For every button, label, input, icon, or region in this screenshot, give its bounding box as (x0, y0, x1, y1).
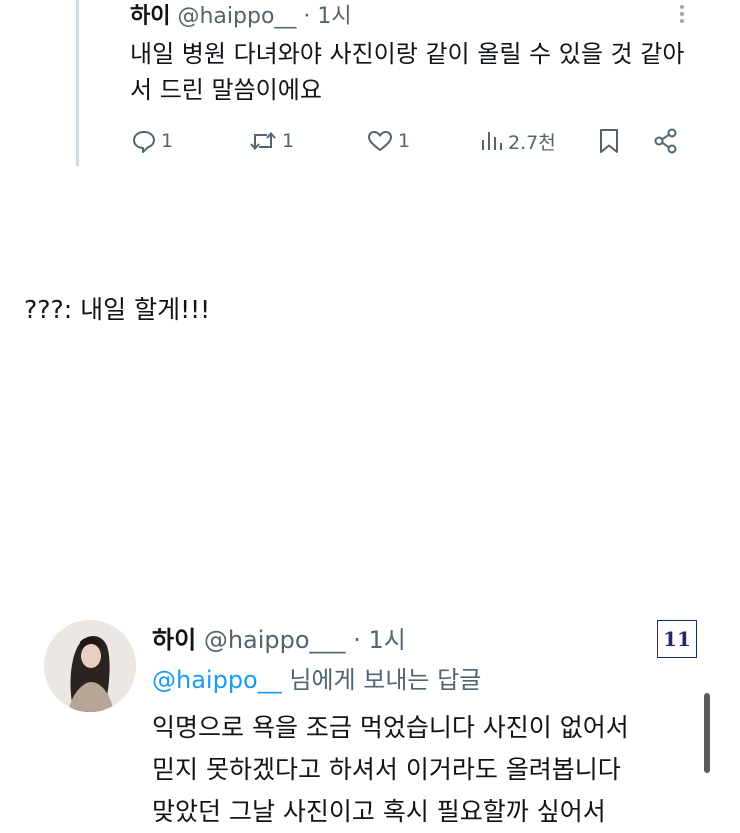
separator-dot: · (353, 626, 361, 654)
scrollbar[interactable] (704, 693, 710, 773)
avatar[interactable] (44, 620, 136, 712)
bookmark-icon (597, 127, 621, 155)
author-name[interactable]: 하이 (152, 626, 196, 654)
thread-line (76, 0, 79, 166)
tweet-text: 내일 병원 다녀와야 사진이랑 같이 올릴 수 있을 것 같아서 드린 말씀이에… (130, 40, 685, 104)
top-tweet-header: 하이 @haippo__ · 1시 (130, 0, 352, 30)
author-handle[interactable]: @haippo__ (177, 4, 296, 29)
retweet-count: 1 (282, 130, 295, 152)
like-button[interactable]: 1 (366, 124, 410, 158)
heart-icon (366, 128, 394, 154)
reply-button[interactable]: 1 (131, 124, 173, 158)
bar-chart-icon (480, 128, 504, 154)
page-number-badge: 11 (657, 620, 697, 658)
reply-text-line: 익명으로 욕을 조금 먹었습니다 사진이 없어서 (152, 713, 629, 742)
mention-link[interactable]: @haippo__ (152, 666, 282, 694)
bookmark-button[interactable] (597, 124, 621, 158)
share-nodes-icon (652, 127, 680, 155)
caption-text: ???: 내일 할게!!! (24, 295, 211, 324)
reply-header: 하이 @haippo___ · 1시 (152, 620, 406, 655)
more-vertical-icon[interactable] (672, 2, 692, 26)
timestamp[interactable]: 1시 (317, 4, 351, 29)
reply-text-line: 맞았던 그날 사진이고 혹시 필요할까 싶어서 (152, 797, 606, 826)
views-count: 2.7천 (508, 131, 556, 154)
retweet-button[interactable]: 1 (248, 124, 294, 158)
reply-count: 1 (161, 130, 174, 152)
share-button[interactable] (652, 124, 680, 158)
author-name[interactable]: 하이 (130, 4, 170, 29)
replying-to-label: 님에게 보내는 답글 (281, 666, 482, 694)
separator-dot: · (303, 4, 311, 29)
reply-text: 익명으로 욕을 조금 먹었습니다 사진이 없어서 믿지 못하겠다고 하셔서 이거… (152, 707, 692, 833)
like-count: 1 (398, 130, 411, 152)
views-button[interactable]: 2.7천 (480, 124, 556, 158)
retweet-arrows-icon (248, 128, 278, 154)
timestamp[interactable]: 1시 (368, 626, 405, 654)
reply-text-line: 믿지 못하겠다고 하셔서 이거라도 올려봅니다 (152, 755, 621, 784)
replying-to: @haippo__ 님에게 보내는 답글 (152, 660, 481, 695)
author-handle[interactable]: @haippo___ (204, 626, 346, 654)
speech-bubble-icon (131, 128, 157, 154)
